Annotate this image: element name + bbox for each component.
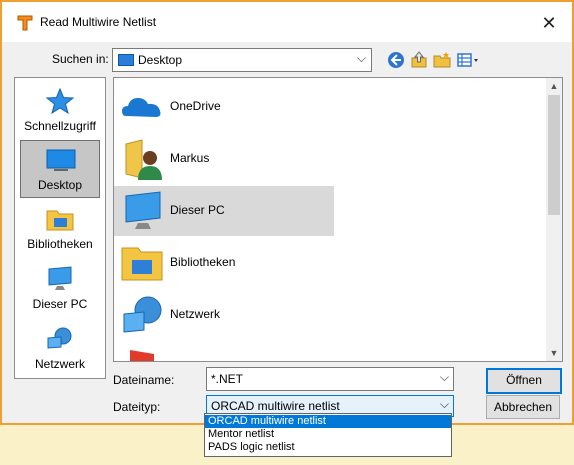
place-label: Desktop bbox=[37, 178, 83, 192]
close-button[interactable]: ✕ bbox=[534, 8, 564, 38]
filetype-value: ORCAD multiwire netlist bbox=[211, 399, 340, 413]
title-bar: Read Multiwire Netlist ✕ bbox=[2, 2, 572, 42]
filetype-label: Dateityp: bbox=[113, 400, 161, 414]
list-item[interactable]: Bibliotheken bbox=[114, 238, 334, 288]
cancel-button[interactable]: Abbrechen bbox=[486, 395, 560, 419]
file-label: OneDrive bbox=[170, 99, 221, 113]
place-label: Schnellzugriff bbox=[24, 119, 96, 133]
computer-icon bbox=[125, 191, 161, 229]
open-button[interactable]: Öffnen bbox=[486, 368, 562, 394]
place-label: Bibliotheken bbox=[27, 237, 93, 251]
scroll-thumb[interactable] bbox=[548, 95, 560, 215]
dialog-window: Read Multiwire Netlist ✕ Suchen in: Desk… bbox=[0, 0, 574, 425]
cloud-icon bbox=[122, 98, 161, 117]
filetype-option[interactable]: ORCAD multiwire netlist bbox=[205, 415, 451, 428]
list-item[interactable]: OneDrive bbox=[114, 82, 334, 132]
chevron-down-icon: ⌵ bbox=[356, 51, 366, 65]
network-icon bbox=[123, 296, 162, 333]
chevron-down-icon[interactable]: ⌵ bbox=[440, 370, 449, 385]
library-icon bbox=[121, 247, 163, 281]
scroll-down-icon[interactable]: ▼ bbox=[546, 345, 562, 361]
place-desktop[interactable]: Desktop bbox=[20, 140, 100, 198]
new-folder-icon[interactable] bbox=[432, 50, 452, 70]
place-label: Netzwerk bbox=[34, 357, 85, 371]
place-network[interactable]: Netzwerk bbox=[20, 320, 100, 378]
desktop-icon bbox=[118, 54, 134, 66]
partial-item-icon bbox=[130, 350, 154, 361]
place-libraries[interactable]: Bibliotheken bbox=[20, 200, 100, 258]
list-item[interactable]: Netzwerk bbox=[114, 290, 334, 340]
back-icon[interactable] bbox=[386, 50, 406, 70]
look-in-label: Suchen in: bbox=[52, 52, 109, 66]
file-label: Dieser PC bbox=[170, 203, 225, 217]
file-label: Markus bbox=[170, 151, 210, 165]
look-in-dropdown[interactable]: Desktop ⌵ bbox=[112, 48, 372, 72]
place-label: Dieser PC bbox=[32, 297, 88, 311]
scroll-up-icon[interactable]: ▲ bbox=[546, 78, 562, 94]
list-item[interactable]: Markus bbox=[114, 134, 334, 184]
look-in-value: Desktop bbox=[138, 53, 183, 67]
scrollbar[interactable]: ▲ ▼ bbox=[546, 78, 562, 361]
chevron-down-icon: ⌵ bbox=[439, 397, 449, 411]
list-item[interactable]: Dieser PC bbox=[114, 186, 334, 236]
filename-input[interactable]: *.NET ⌵ bbox=[206, 367, 454, 391]
place-quick-access[interactable]: Schnellzugriff bbox=[20, 82, 100, 140]
filetype-option[interactable]: PADS logic netlist bbox=[205, 441, 451, 454]
user-folder-icon bbox=[125, 139, 162, 180]
window-title: Read Multiwire Netlist bbox=[40, 15, 157, 29]
computer-icon bbox=[48, 266, 72, 290]
filetype-dropdown-list: ORCAD multiwire netlist Mentor netlist P… bbox=[204, 413, 452, 457]
file-label: Bibliotheken bbox=[170, 255, 236, 269]
close-icon: ✕ bbox=[541, 13, 557, 33]
desktop-icon bbox=[46, 149, 76, 171]
library-icon bbox=[46, 210, 74, 231]
app-icon bbox=[17, 15, 33, 31]
up-folder-icon[interactable] bbox=[409, 50, 429, 70]
filename-value: *.NET bbox=[211, 372, 244, 386]
places-bar: Schnellzugriff Desktop Bibliotheken Dies… bbox=[14, 77, 106, 379]
filename-label: Dateiname: bbox=[113, 373, 175, 387]
view-menu-icon[interactable] bbox=[456, 50, 482, 70]
file-list: OneDrive Markus Dieser PC Bibliotheken N… bbox=[113, 77, 563, 362]
file-label: Netzwerk bbox=[170, 307, 221, 321]
network-icon bbox=[47, 327, 72, 349]
star-icon bbox=[45, 88, 75, 114]
filetype-option[interactable]: Mentor netlist bbox=[205, 428, 451, 441]
place-this-pc[interactable]: Dieser PC bbox=[20, 260, 100, 318]
